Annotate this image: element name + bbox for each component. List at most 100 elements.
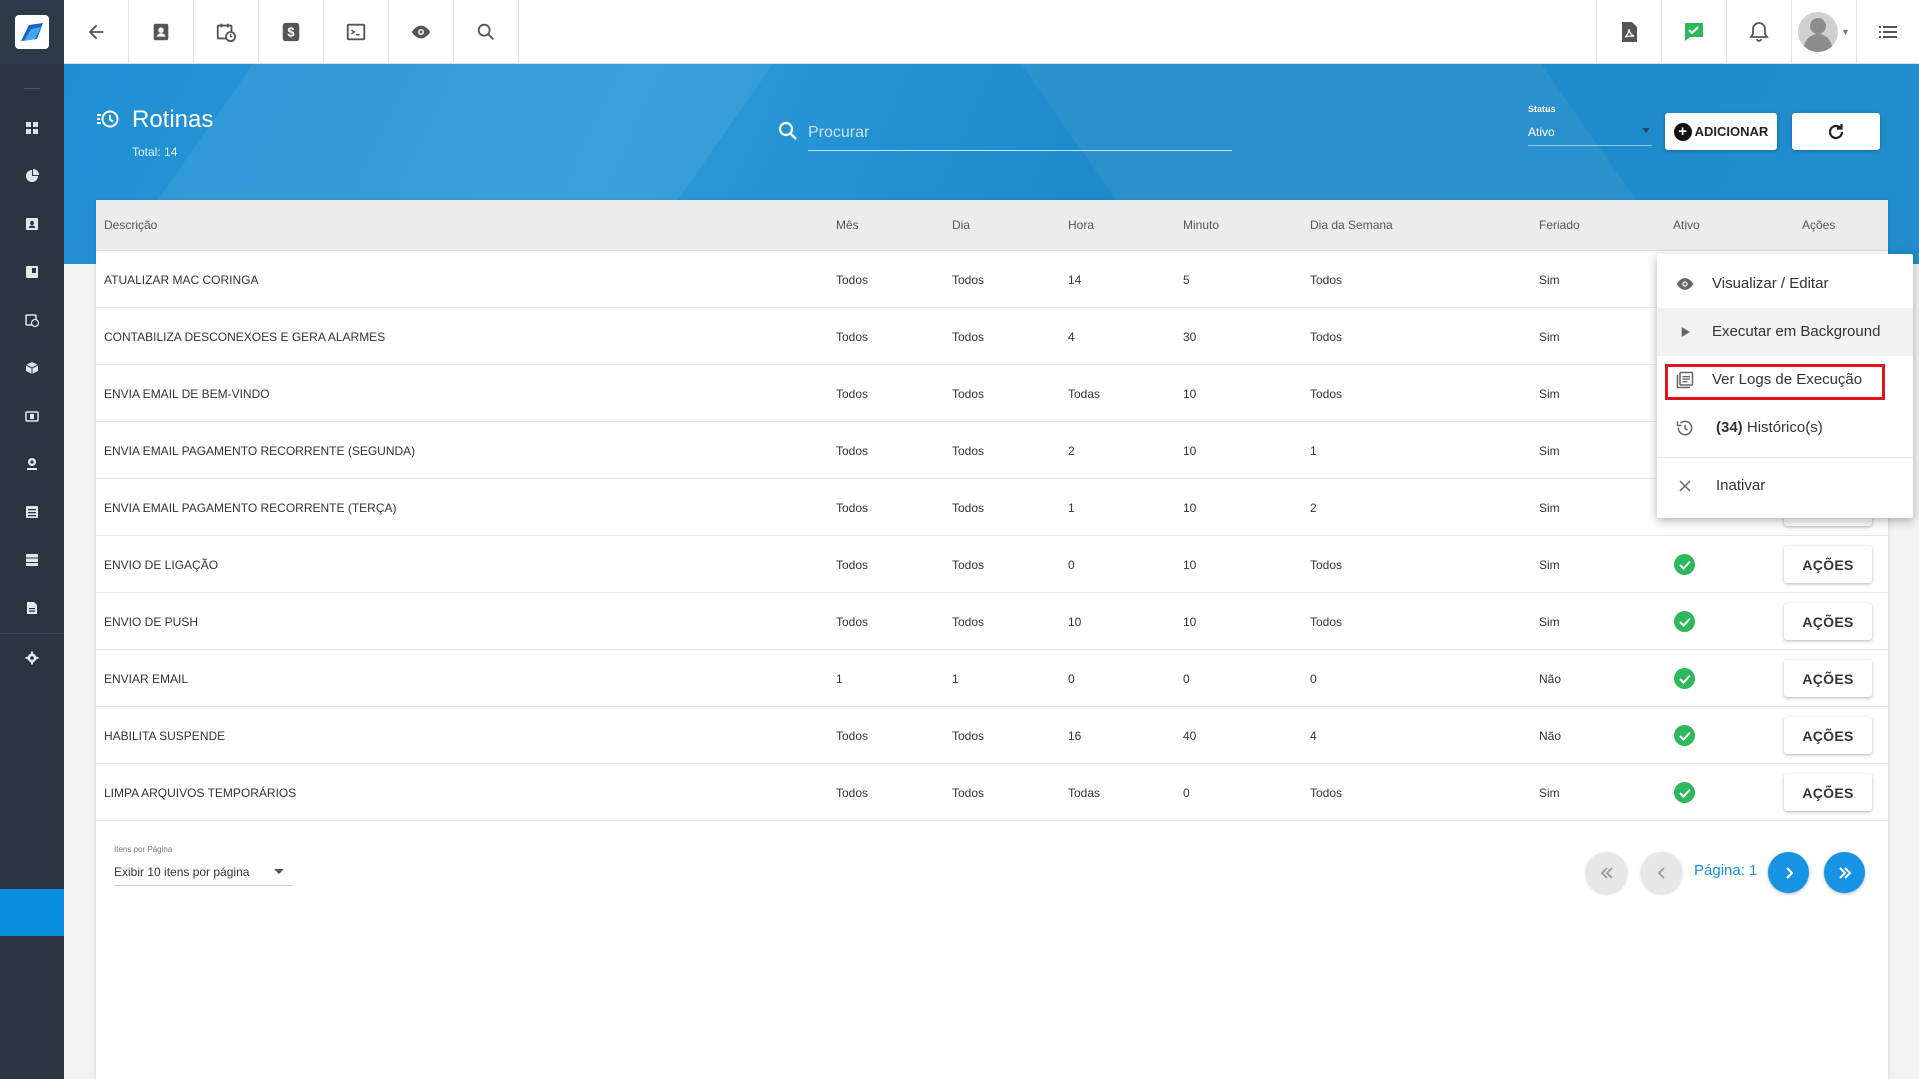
last-page-button[interactable] [1824, 852, 1865, 893]
table-row: ENVIO DE LIGAÇÃO Todos Todos 0 10 Todos Sim AÇÕ… [96, 536, 1888, 593]
row-actions-button[interactable]: AÇÕES [1784, 603, 1872, 640]
contacts-button[interactable] [129, 0, 194, 64]
row-actions-button[interactable]: AÇÕES [1784, 660, 1872, 697]
menu-item-label: (34) Histórico(s) [1716, 419, 1823, 436]
finance-button[interactable]: $ [259, 0, 324, 64]
cell-minuto: 10 [1183, 387, 1197, 401]
view-button[interactable] [389, 0, 454, 64]
cell-descricao: ENVIAR EMAIL [104, 672, 189, 686]
pdf-icon [1622, 22, 1637, 42]
cell-hora: 16 [1068, 729, 1082, 743]
cell-dia-semana: Todos [1310, 558, 1343, 572]
table-row: LIMPA ARQUIVOS TEMPORÁRIOS Todos Todos Toda… [96, 764, 1888, 821]
notifications-button[interactable] [1726, 0, 1791, 64]
eye-icon [1676, 278, 1694, 290]
sidebar-item-servers[interactable] [0, 536, 64, 584]
messages-button[interactable] [1661, 0, 1726, 64]
menu-divider [1657, 457, 1913, 458]
app-logo[interactable] [0, 0, 64, 64]
column-header-ativo[interactable]: Ativo [1673, 218, 1700, 232]
user-menu[interactable]: ▼ [1791, 0, 1856, 64]
cell-feriado: Sim [1539, 615, 1560, 629]
search-button[interactable] [454, 0, 519, 64]
sidebar-item-contracts[interactable] [0, 248, 64, 296]
cell-hora: 1 [1068, 501, 1075, 515]
first-page-button[interactable] [1586, 852, 1627, 893]
refresh-button[interactable] [1792, 113, 1880, 150]
status-filter-value: Ativo [1528, 125, 1555, 139]
cell-dia-semana: 0 [1310, 672, 1317, 686]
menu-item-view-edit[interactable]: Visualizar / Editar [1657, 260, 1913, 308]
column-header-dia-semana[interactable]: Dia da Semana [1310, 218, 1393, 232]
chat-check-icon [1685, 23, 1703, 41]
routines-card: Descrição Mês Dia Hora Minuto Dia da Sem… [96, 200, 1888, 1079]
menu-item-history[interactable]: (34) Histórico(s) [1657, 404, 1913, 452]
highlight-box [1665, 364, 1885, 400]
sidebar-item-inventory[interactable] [0, 488, 64, 536]
cell-minuto: 40 [1183, 729, 1197, 743]
next-page-button[interactable] [1768, 852, 1809, 893]
sidebar-item-network[interactable] [0, 440, 64, 488]
cell-dia: Todos [952, 444, 985, 458]
terminal-button[interactable] [324, 0, 389, 64]
menu-item-label: Inativar [1716, 477, 1766, 494]
column-header-dia[interactable]: Dia [952, 218, 970, 232]
list-menu-button[interactable] [1856, 0, 1919, 64]
sidebar-item-dashboard[interactable] [0, 104, 64, 152]
column-header-mes[interactable]: Mês [836, 218, 859, 232]
table-row: CONTABILIZA DESCONEXOES E GERA ALARMES To… [96, 308, 1888, 365]
cell-feriado: Não [1539, 729, 1562, 743]
sidebar-item-finance[interactable] [0, 392, 64, 440]
sidebar-item-active[interactable] [0, 889, 64, 936]
history-count: (34) [1716, 419, 1743, 436]
sidebar-item-reports[interactable] [0, 152, 64, 200]
double-chevron-right-icon [1838, 866, 1851, 879]
sidebar-item-schedule[interactable] [0, 296, 64, 344]
cell-feriado: Sim [1539, 273, 1560, 287]
arrow-left-icon [88, 24, 104, 40]
schedule-button[interactable] [194, 0, 259, 64]
row-actions-button[interactable]: AÇÕES [1784, 546, 1872, 583]
cell-dia: Todos [952, 273, 985, 287]
column-header-hora[interactable]: Hora [1068, 218, 1094, 232]
row-actions-button[interactable]: AÇÕES [1784, 717, 1872, 754]
logo-icon [15, 15, 49, 49]
status-filter-select[interactable]: Ativo [1528, 118, 1652, 146]
sidebar-item-settings[interactable] [0, 634, 64, 682]
cell-descricao: ATUALIZAR MAC CORINGA [104, 273, 259, 287]
cell-mes: 1 [836, 672, 843, 686]
cell-minuto: 30 [1183, 330, 1197, 344]
back-button[interactable] [64, 0, 129, 64]
add-button-label: ADICIONAR [1694, 124, 1769, 139]
cell-minuto: 10 [1183, 615, 1197, 629]
column-header-minuto[interactable]: Minuto [1183, 218, 1219, 232]
sidebar-item-contacts[interactable] [0, 200, 64, 248]
active-check-icon [1674, 554, 1695, 575]
avatar [1798, 12, 1839, 52]
search-icon [477, 23, 494, 40]
bell-icon [1749, 22, 1769, 42]
dollar-icon: $ [282, 22, 300, 42]
menu-item-deactivate[interactable]: Inativar [1657, 462, 1913, 510]
column-header-descricao[interactable]: Descrição [104, 218, 157, 232]
active-check-icon [1674, 725, 1695, 746]
sidebar-item-documents[interactable] [0, 584, 64, 632]
add-button[interactable]: + ADICIONAR [1665, 113, 1777, 150]
sidebar-item-products[interactable] [0, 344, 64, 392]
pdf-button[interactable] [1596, 0, 1661, 64]
previous-page-button[interactable] [1641, 852, 1682, 893]
cell-dia: 1 [952, 672, 959, 686]
cell-feriado: Sim [1539, 786, 1560, 800]
row-actions-button[interactable]: AÇÕES [1784, 774, 1872, 811]
cell-dia-semana: Todos [1310, 615, 1343, 629]
location-icon [27, 458, 37, 470]
menu-item-run-background[interactable]: Executar em Background [1657, 308, 1913, 356]
column-header-feriado[interactable]: Feriado [1539, 218, 1580, 232]
cube-icon [25, 362, 39, 374]
cell-hora: Todas [1068, 387, 1101, 401]
cell-mes: Todos [836, 786, 869, 800]
cell-descricao: ENVIO DE LIGAÇÃO [104, 558, 219, 572]
cell-minuto: 10 [1183, 558, 1197, 572]
search-input[interactable] [808, 115, 1232, 151]
items-per-page-select[interactable]: Exibir 10 itens por página [114, 858, 292, 886]
